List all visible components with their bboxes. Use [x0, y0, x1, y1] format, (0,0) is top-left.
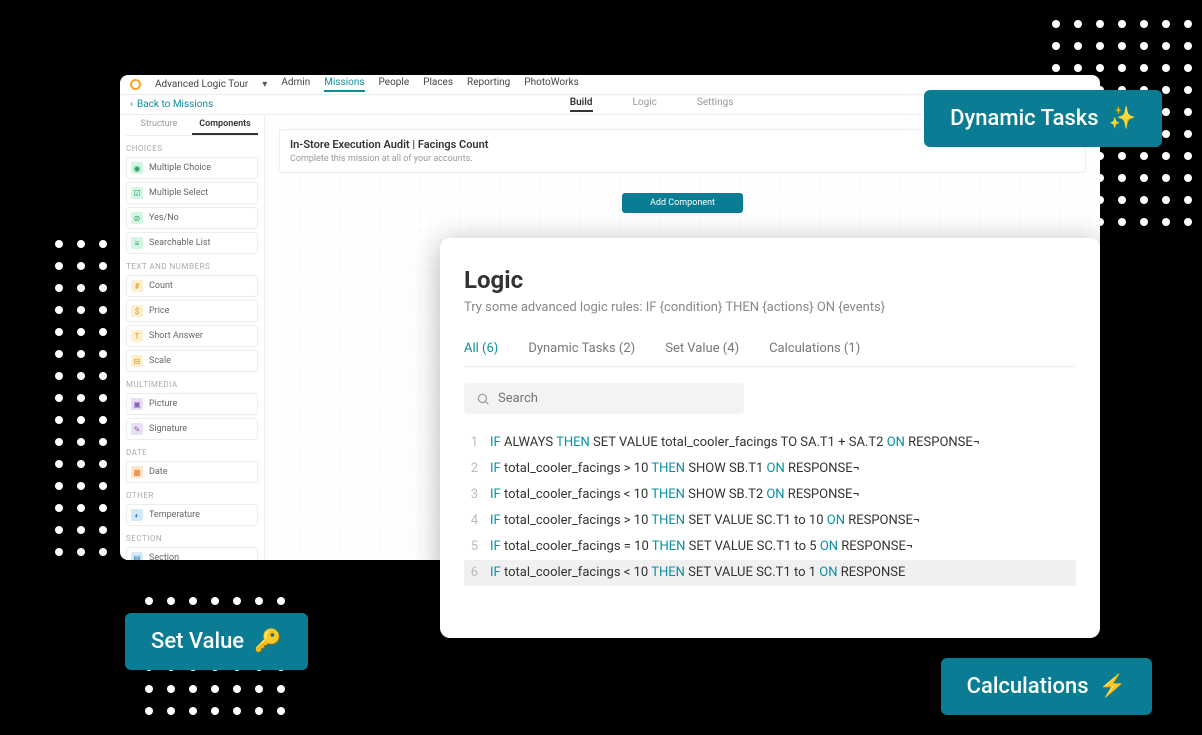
logic-panel: Logic Try some advanced logic rules: IF … [440, 238, 1100, 638]
component-icon: ✎ [131, 423, 143, 435]
chevron-down-icon: ▾ [262, 79, 267, 90]
component-icon: ⊟ [131, 355, 143, 367]
nav-people[interactable]: People [379, 77, 410, 92]
nav-photoworks[interactable]: PhotoWorks [524, 77, 578, 92]
logic-subtitle: Try some advanced logic rules: IF {condi… [464, 300, 1076, 315]
component-scale[interactable]: ⊟ Scale [126, 350, 258, 372]
component-label: Searchable List [149, 238, 210, 248]
component-icon: ▣ [131, 398, 143, 410]
component-price[interactable]: $ Price [126, 300, 258, 322]
code-line[interactable]: 2IF total_cooler_facings > 10 THEN SHOW … [464, 456, 1076, 482]
component-icon: ≡ [131, 237, 143, 249]
line-number: 5 [464, 534, 490, 560]
component-picture[interactable]: ▣ Picture [126, 393, 258, 415]
component-short-answer[interactable]: T Short Answer [126, 325, 258, 347]
component-yes/no[interactable]: ⊘ Yes/No [126, 207, 258, 229]
code-line[interactable]: 5IF total_cooler_facings = 10 THEN SET V… [464, 534, 1076, 560]
component-label: Multiple Select [149, 188, 208, 198]
sparkle-icon: ✨ [1109, 106, 1136, 131]
logic-title: Logic [464, 266, 1076, 294]
tab-components[interactable]: Components [192, 115, 258, 135]
nav-places[interactable]: Places [423, 77, 453, 92]
component-icon: ▤ [131, 552, 143, 560]
code-line[interactable]: 3IF total_cooler_facings < 10 THEN SHOW … [464, 482, 1076, 508]
code-line[interactable]: 4IF total_cooler_facings > 10 THEN SET V… [464, 508, 1076, 534]
logic-tab[interactable]: Calculations (1) [769, 341, 860, 356]
tab-structure[interactable]: Structure [126, 115, 192, 135]
component-icon: ⊘ [131, 212, 143, 224]
back-link[interactable]: Back to Missions [137, 99, 213, 110]
component-label: Date [149, 467, 168, 477]
center-tab-build[interactable]: Build [570, 97, 593, 112]
component-icon: ▦ [131, 466, 143, 478]
code-line[interactable]: 1IF ALWAYS THEN SET VALUE total_cooler_f… [464, 430, 1076, 456]
section-title: MULTIMEDIA [126, 380, 258, 389]
code-line[interactable]: 6IF total_cooler_facings < 10 THEN SET V… [464, 560, 1076, 586]
component-count[interactable]: # Count [126, 275, 258, 297]
mission-subtitle: Complete this mission at all of your acc… [290, 154, 1075, 164]
component-signature[interactable]: ✎ Signature [126, 418, 258, 440]
component-label: Multiple Choice [149, 163, 211, 173]
logo-icon [130, 79, 141, 90]
component-label: Count [149, 281, 173, 291]
component-date[interactable]: ▦ Date [126, 461, 258, 483]
lightning-icon: ⚡ [1099, 674, 1126, 699]
component-icon: # [131, 280, 143, 292]
center-tab-settings[interactable]: Settings [697, 97, 734, 112]
search-input[interactable] [498, 391, 732, 406]
section-title: DATE [126, 448, 258, 457]
logic-tab[interactable]: Dynamic Tasks (2) [528, 341, 635, 356]
logic-tab[interactable]: Set Value (4) [665, 341, 739, 356]
badge-set-value: Set Value 🔑 [125, 613, 308, 670]
nav-reporting[interactable]: Reporting [467, 77, 510, 92]
component-label: Short Answer [149, 331, 203, 341]
component-label: Picture [149, 399, 177, 409]
component-multiple-select[interactable]: ☑ Multiple Select [126, 182, 258, 204]
line-number: 3 [464, 482, 490, 508]
component-label: Section [149, 553, 179, 560]
component-label: Price [149, 306, 169, 316]
nav-missions[interactable]: Missions [324, 77, 364, 92]
component-icon: ◐ [131, 509, 143, 521]
component-label: Signature [149, 424, 187, 434]
component-temperature[interactable]: ◐ Temperature [126, 504, 258, 526]
logic-code: 1IF ALWAYS THEN SET VALUE total_cooler_f… [464, 430, 1076, 586]
add-component-button[interactable]: Add Component [622, 193, 743, 213]
component-label: Temperature [149, 510, 200, 520]
badge-dynamic-tasks: Dynamic Tasks ✨ [924, 90, 1162, 147]
component-searchable-list[interactable]: ≡ Searchable List [126, 232, 258, 254]
section-title: SECTION [126, 534, 258, 543]
component-icon: ☑ [131, 187, 143, 199]
section-title: OTHER [126, 491, 258, 500]
component-sidebar: Structure Components CHOICES ◉ Multiple Ch… [120, 115, 265, 560]
line-number: 4 [464, 508, 490, 534]
center-tab-logic[interactable]: Logic [633, 97, 657, 112]
line-number: 6 [464, 560, 490, 586]
section-title: CHOICES [126, 144, 258, 153]
component-section[interactable]: ▤ Section [126, 547, 258, 560]
component-label: Yes/No [149, 213, 179, 223]
brand-dropdown[interactable]: Advanced Logic Tour [155, 79, 248, 90]
search-box[interactable] [464, 383, 744, 414]
component-multiple-choice[interactable]: ◉ Multiple Choice [126, 157, 258, 179]
nav-admin[interactable]: Admin [281, 77, 310, 92]
component-label: Scale [149, 356, 171, 366]
line-number: 2 [464, 456, 490, 482]
logic-tab[interactable]: All (6) [464, 341, 498, 356]
search-icon [476, 392, 490, 406]
component-icon: $ [131, 305, 143, 317]
component-icon: ◉ [131, 162, 143, 174]
component-icon: T [131, 330, 143, 342]
badge-calculations: Calculations ⚡ [941, 658, 1152, 715]
key-icon: 🔑 [254, 629, 281, 654]
section-title: TEXT AND NUMBERS [126, 262, 258, 271]
chevron-left-icon: ‹ [130, 99, 133, 110]
line-number: 1 [464, 430, 490, 456]
